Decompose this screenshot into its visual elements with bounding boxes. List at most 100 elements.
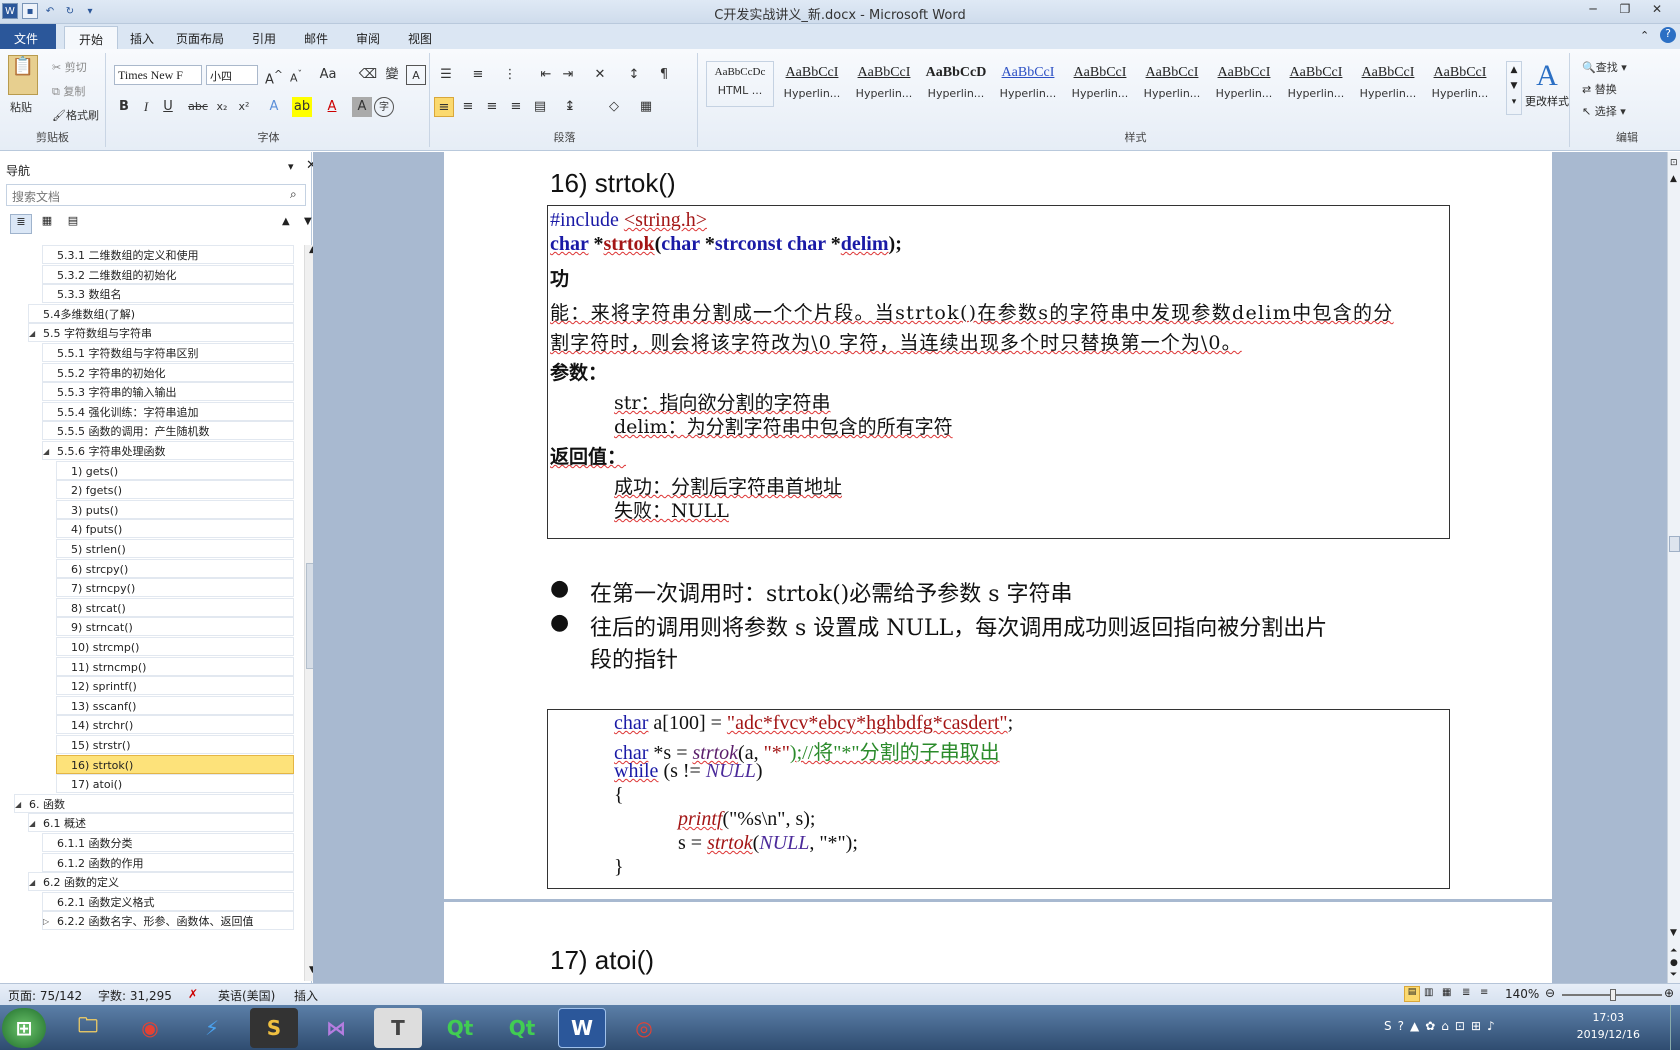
nav-item[interactable]: ◢ 5.5 字符数组与字符串 — [28, 323, 294, 343]
minimize-button[interactable]: ─ — [1580, 2, 1606, 20]
browse-results-icon[interactable]: ▤ — [62, 214, 84, 234]
browse-headings-icon[interactable]: ≣ — [10, 214, 32, 234]
visual-studio-icon[interactable]: ⋈ — [312, 1008, 360, 1048]
browse-object-icon[interactable]: ● — [1670, 958, 1678, 968]
show-marks-icon[interactable]: ¶ — [654, 65, 674, 85]
align-right-icon[interactable]: ≡ — [482, 97, 502, 117]
justify-icon[interactable]: ≡ — [506, 97, 526, 117]
nav-item[interactable]: 15) strstr() — [56, 735, 294, 754]
qt-designer-icon[interactable]: Qt — [498, 1008, 546, 1048]
nav-item[interactable]: 5.5.3 字符串的输入输出 — [42, 382, 294, 402]
nav-item[interactable]: 6.2.1 函数定义格式 — [42, 891, 294, 911]
distributed-icon[interactable]: ▤ — [530, 97, 550, 117]
nav-item[interactable]: 5.3.2 二维数组的初始化 — [42, 264, 294, 284]
styles-scroll[interactable]: ▲ ▼ ▾ — [1506, 61, 1522, 115]
tab-references[interactable]: 引用 — [238, 26, 290, 49]
scroll-up-icon[interactable]: ▲ — [1670, 174, 1677, 184]
show-desktop-button[interactable] — [1670, 1005, 1680, 1050]
zoom-in-icon[interactable]: ⊕ — [1664, 986, 1674, 1000]
tab-file[interactable]: 文件 — [0, 24, 56, 49]
cut-button[interactable]: ✂ 剪切 — [52, 59, 87, 75]
ruler-toggle-icon[interactable]: ⊡ — [1670, 158, 1678, 168]
document-page-next[interactable]: 17) atoi() — [444, 902, 1552, 983]
font-color-icon[interactable]: A — [322, 97, 342, 117]
prev-page-icon[interactable]: ⏶ — [1670, 946, 1677, 956]
align-left-icon[interactable]: ≡ — [434, 97, 454, 117]
font-name-select[interactable]: Times New F — [114, 65, 202, 85]
shading-icon[interactable]: ◇ — [604, 97, 624, 117]
previous-heading-icon[interactable]: ▲ — [282, 216, 290, 227]
nav-item[interactable]: 6.1.1 函数分类 — [42, 833, 294, 852]
full-screen-reading-icon[interactable]: ▥ — [1424, 987, 1433, 998]
font-size-select[interactable]: 小四 — [206, 65, 258, 85]
tab-page-layout[interactable]: 页面布局 — [162, 26, 238, 49]
increase-indent-icon[interactable]: ⇥ — [558, 65, 578, 85]
highlight-icon[interactable]: ab — [292, 97, 312, 117]
tab-view[interactable]: 视图 — [394, 26, 446, 49]
style-gallery-item[interactable]: AaBbCcI Hyperlin... — [778, 61, 846, 107]
tab-insert[interactable]: 插入 — [116, 26, 168, 49]
nav-item[interactable]: 7) strncpy() — [56, 578, 294, 598]
nav-item[interactable]: 5.5.5 函数的调用：产生随机数 — [42, 421, 294, 441]
print-layout-icon[interactable]: ▤ — [1404, 986, 1420, 1002]
underline-icon[interactable]: U — [158, 97, 178, 117]
nav-item[interactable]: ◢ 6.2 函数的定义 — [28, 872, 294, 892]
replace-button[interactable]: ⇄ 替换 — [1582, 81, 1617, 97]
text-effects-icon[interactable]: A — [264, 97, 284, 117]
nav-item[interactable]: ◢ 6.1 概述 — [28, 813, 294, 833]
shrink-font-icon[interactable]: Aˇ — [286, 65, 306, 85]
tab-review[interactable]: 审阅 — [342, 26, 394, 49]
style-gallery-item[interactable]: AaBbCcI Hyperlin... — [994, 61, 1062, 107]
zoom-level[interactable]: 140% — [1505, 987, 1539, 1001]
borders-icon[interactable]: ▦ — [636, 97, 656, 117]
word-taskbar-icon[interactable]: W — [558, 1008, 606, 1048]
numbering-icon[interactable]: ≡ — [468, 65, 488, 85]
paste-button[interactable]: 粘贴 — [10, 99, 32, 115]
typora-icon[interactable]: T — [374, 1008, 422, 1048]
scroll-down-icon[interactable]: ▼ — [1670, 928, 1677, 938]
nav-item[interactable]: 3) puts() — [56, 499, 294, 519]
style-gallery-item[interactable]: AaBbCcI Hyperlin... — [1282, 61, 1350, 107]
align-center-icon[interactable]: ≡ — [458, 97, 478, 117]
nav-item[interactable]: ▷ 6.2.2 函数名字、形参、函数体、返回值 — [42, 911, 294, 931]
line-spacing-icon[interactable]: ↨ — [560, 97, 580, 117]
phonetic-guide-icon[interactable]: 變 — [382, 65, 402, 85]
copy-button[interactable]: ⧉ 复制 — [52, 83, 85, 99]
document-page[interactable]: 16) strtok() #include <string.h> char *s… — [444, 152, 1552, 899]
feiq-icon[interactable]: ◎ — [620, 1008, 668, 1048]
nav-item[interactable]: 5.5.1 字符数组与字符串区别 — [42, 343, 294, 362]
style-gallery-item[interactable]: AaBbCcDc HTML ... — [706, 61, 774, 107]
nav-item[interactable]: ◢ 6. 函数 — [14, 793, 294, 813]
nav-item[interactable]: 5.3.1 二维数组的定义和使用 — [42, 245, 294, 264]
style-gallery-item[interactable]: AaBbCcI Hyperlin... — [1426, 61, 1494, 107]
zoom-slider-thumb[interactable] — [1610, 989, 1616, 1001]
find-button[interactable]: 🔍查找 ▾ — [1582, 59, 1627, 75]
nav-item[interactable]: 8) strcat() — [56, 597, 294, 617]
language-indicator[interactable]: 英语(美国) — [218, 987, 275, 1004]
close-button[interactable]: ✕ — [1644, 2, 1670, 20]
select-button[interactable]: ↖ 选择 ▾ — [1582, 103, 1626, 119]
zoom-out-icon[interactable]: ⊖ — [1545, 986, 1555, 1000]
nav-item[interactable]: 5.4多维数组(了解) — [28, 303, 294, 323]
tab-mailings[interactable]: 邮件 — [290, 26, 342, 49]
collapse-arrow-icon[interactable]: ◢ — [29, 324, 35, 341]
document-scrollbar[interactable]: ⊡ ▲ ▼ ⏶ ● ⏷ — [1667, 152, 1680, 983]
outline-icon[interactable]: ≣ — [1462, 987, 1470, 998]
style-gallery-item[interactable]: AaBbCcD Hyperlin... — [922, 61, 990, 107]
clock[interactable]: 17:03 2019/12/16 — [1577, 1009, 1640, 1043]
nav-search-input[interactable]: 搜索文档 — [6, 184, 306, 206]
explorer-icon[interactable]: 🗀 — [64, 1008, 112, 1048]
maximize-button[interactable]: ❐ — [1612, 2, 1638, 20]
sort-icon[interactable]: ↕ — [624, 65, 644, 85]
nav-item[interactable]: 16) strtok() — [56, 754, 294, 774]
grow-font-icon[interactable]: A^ — [264, 65, 284, 87]
nav-item[interactable]: 5.5.4 强化训练：字符串追加 — [42, 401, 294, 421]
scroll-thumb[interactable] — [1669, 536, 1680, 552]
page-count[interactable]: 页面: 75/142 — [8, 987, 82, 1004]
ribbon-minimize-icon[interactable]: ⌃ — [1640, 29, 1649, 42]
qt-creator-icon[interactable]: Qt — [436, 1008, 484, 1048]
draft-icon[interactable]: ≡ — [1480, 987, 1488, 998]
bold-icon[interactable]: B — [114, 97, 134, 117]
multilevel-list-icon[interactable]: ⋮ — [500, 65, 520, 85]
nav-item[interactable]: ◢ 5.5.6 字符串处理函数 — [42, 441, 294, 460]
